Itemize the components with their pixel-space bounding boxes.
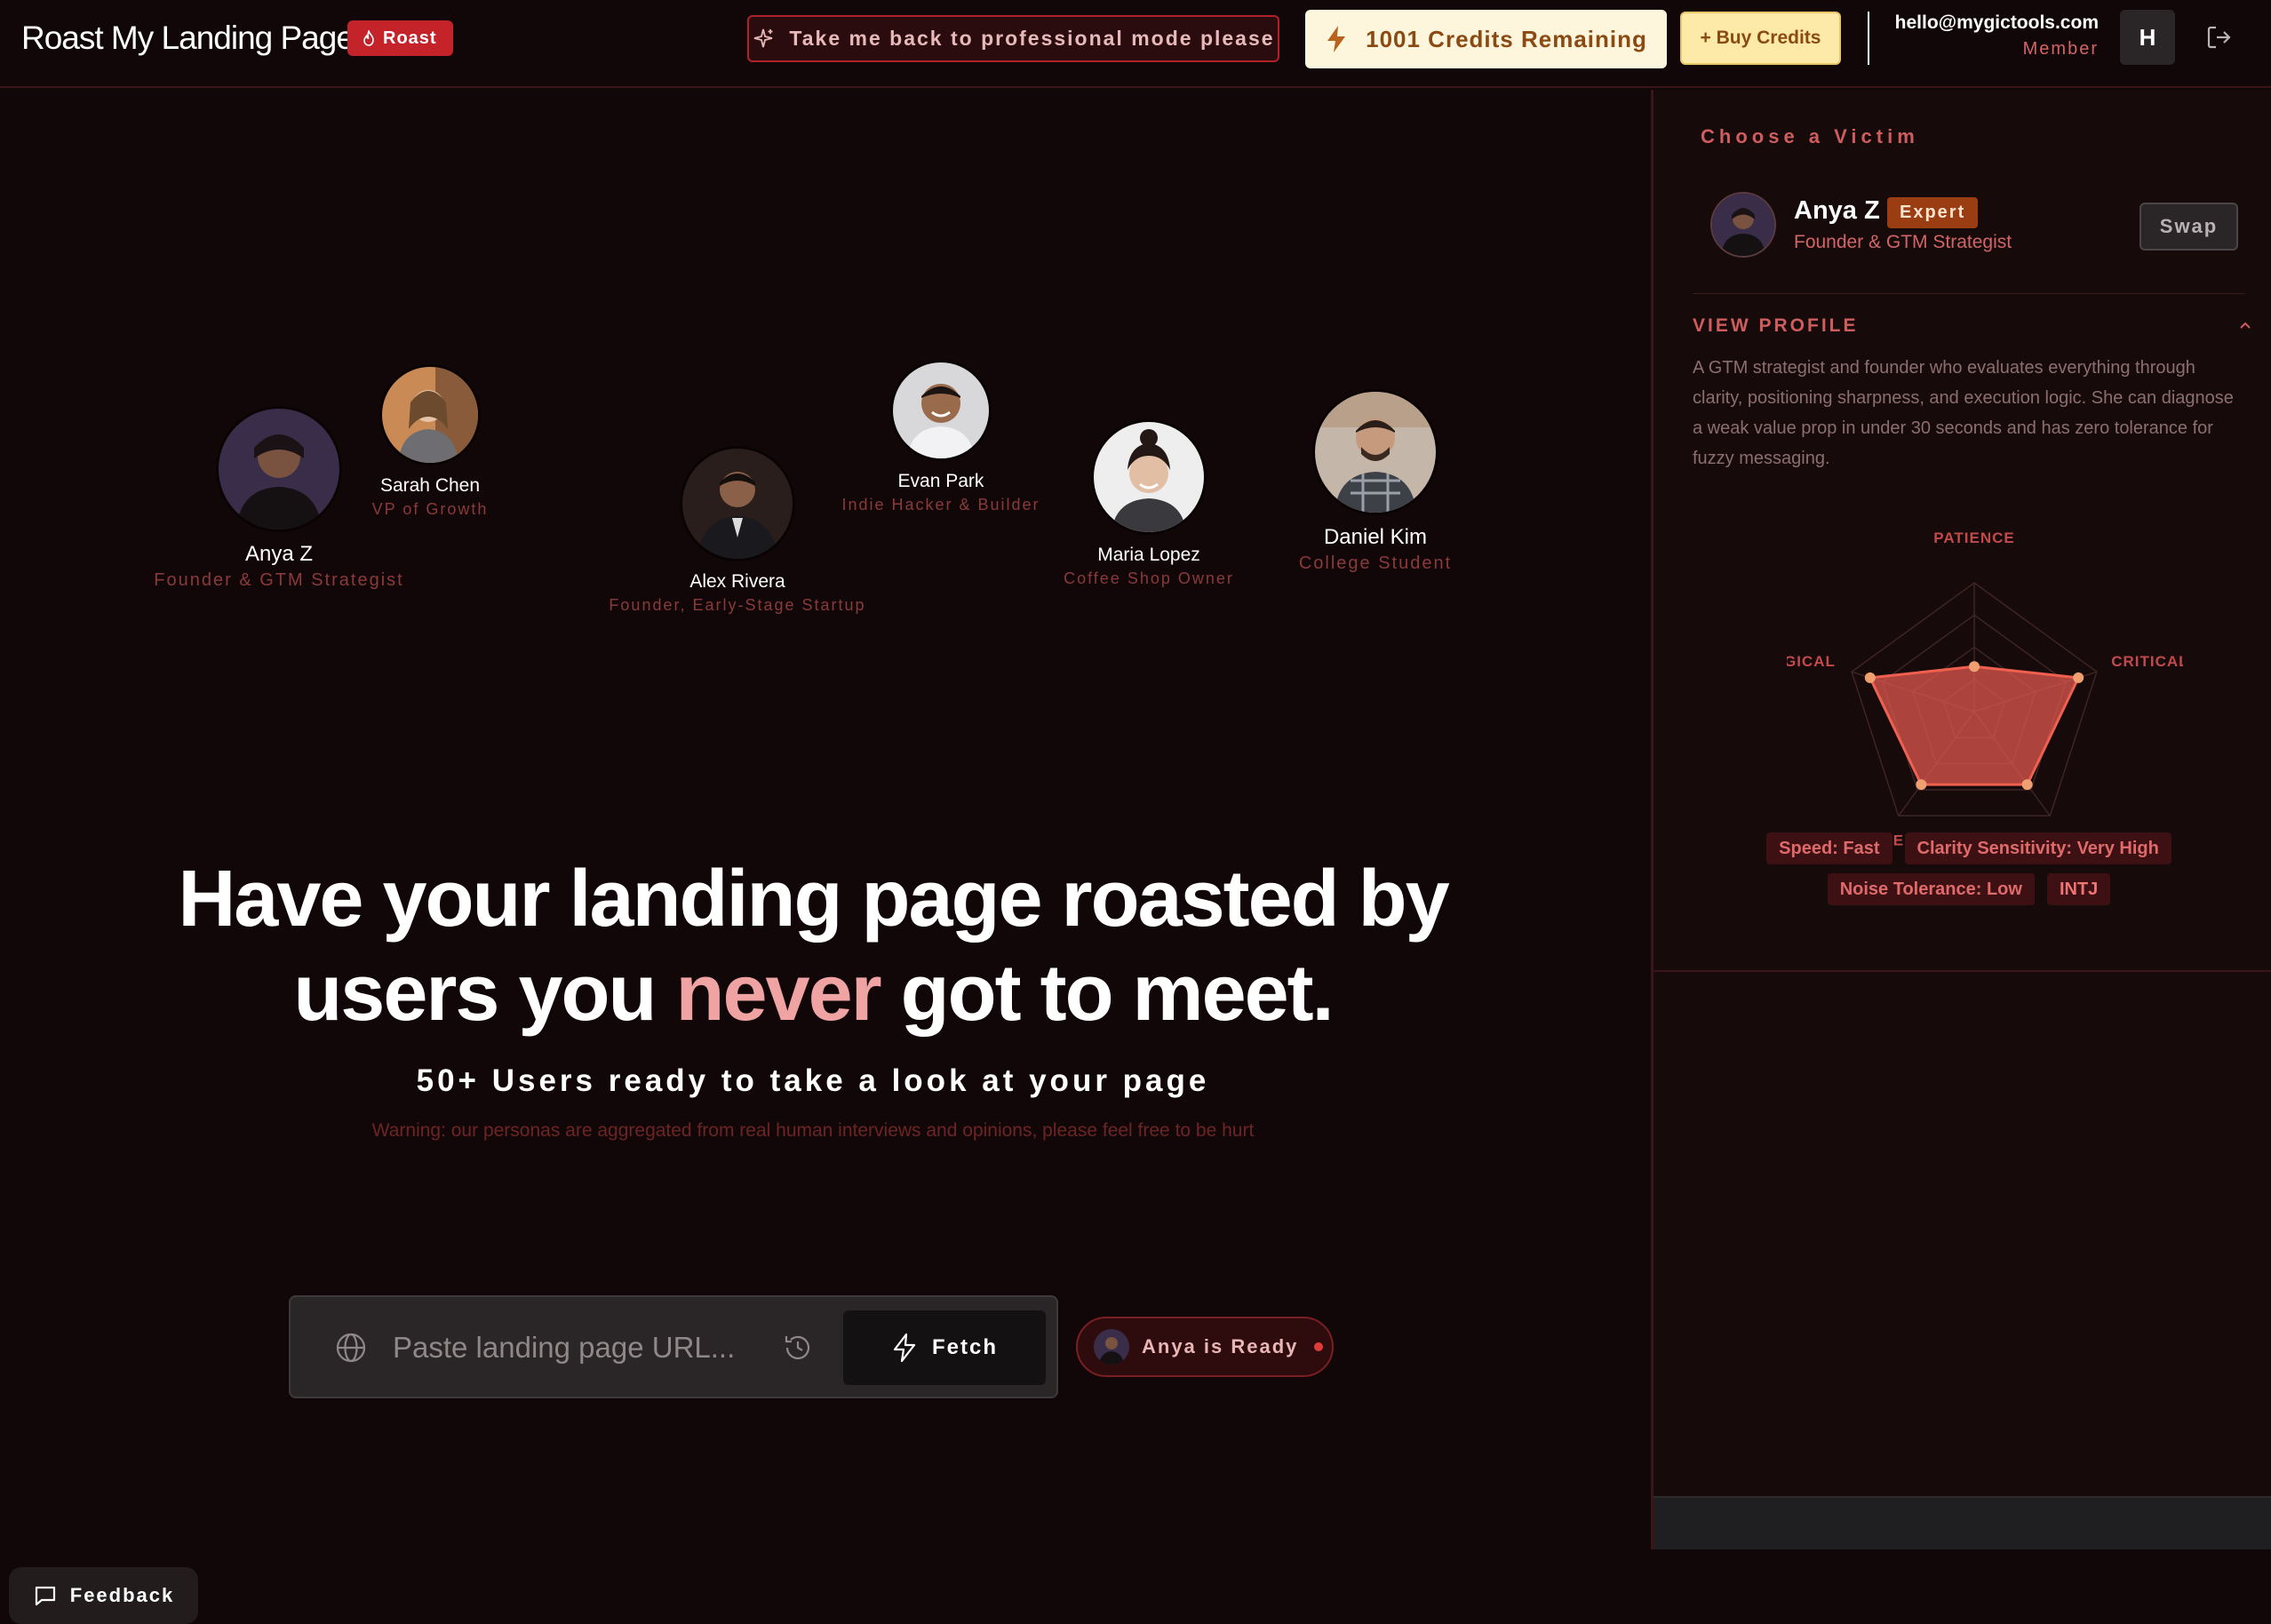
- lightning-icon: [893, 1333, 916, 1363]
- trait-tag: Noise Tolerance: Low: [1827, 873, 2035, 905]
- hero-line-2-before: users you: [293, 949, 676, 1038]
- app-title[interactable]: Roast My Landing Page: [21, 20, 355, 57]
- user-role: Member: [2022, 39, 2099, 59]
- roast-mode-label: Roast: [383, 28, 437, 48]
- feedback-button[interactable]: Feedback: [9, 1567, 198, 1624]
- radar-axis-label: CRITICAL: [2111, 653, 2183, 670]
- avatar: [382, 367, 478, 463]
- radar-data-point: [1916, 779, 1927, 791]
- fetch-label: Fetch: [931, 1335, 998, 1359]
- radar-axis-label: LOGICAL: [1787, 653, 1836, 670]
- avatar: [1712, 194, 1774, 256]
- persona-evan[interactable]: Evan Park Indie Hacker & Builder: [817, 362, 1065, 514]
- roast-mode-badge[interactable]: Roast: [347, 20, 453, 56]
- flame-icon: [363, 30, 374, 46]
- victim-bio: A GTM strategist and founder who evaluat…: [1693, 358, 2234, 468]
- persona-name: Anya Z: [244, 542, 314, 566]
- credits-remaining-button[interactable]: 1001 Credits Remaining: [1305, 10, 1667, 68]
- hero-subtitle: 50+ Users ready to take a look at your p…: [416, 1063, 1210, 1098]
- user-avatar[interactable]: H: [2120, 10, 2175, 65]
- persona-ready-status[interactable]: Anya is Ready: [1076, 1317, 1334, 1377]
- globe-icon: [336, 1333, 366, 1363]
- buy-credits-button[interactable]: + Buy Credits: [1680, 12, 1841, 65]
- top-header: Roast My Landing Page Roast Take me back…: [0, 0, 2271, 88]
- persona-role: College Student: [1298, 553, 1453, 573]
- sidebar-heading: Choose a Victim: [1701, 125, 1919, 147]
- status-dot: [1314, 1342, 1324, 1351]
- persona-name: Evan Park: [897, 471, 984, 491]
- persona-name: Alex Rivera: [689, 571, 785, 592]
- avatar: [1094, 1329, 1129, 1365]
- chat-icon: [35, 1586, 55, 1606]
- persona-maria[interactable]: Maria Lopez Coffee Shop Owner: [1051, 422, 1247, 588]
- sparkle-icon: [754, 28, 773, 47]
- victim-role: Founder & GTM Strategist: [1794, 232, 2012, 252]
- professional-mode-button[interactable]: Take me back to professional mode please: [747, 15, 1279, 62]
- avatar: [219, 409, 339, 529]
- sidebar-footer: [1653, 1496, 2271, 1549]
- radar-data-point: [1969, 661, 1980, 673]
- ready-status-label: Anya is Ready: [1142, 1335, 1299, 1357]
- persona-role: VP of Growth: [371, 500, 489, 518]
- radar-data-point: [2073, 672, 2084, 683]
- history-icon[interactable]: [783, 1333, 813, 1363]
- divider: [1693, 293, 2244, 294]
- hero-accent-word: never: [675, 949, 882, 1038]
- radar-data-point: [1864, 672, 1876, 683]
- radar-data-point: [2021, 779, 2033, 791]
- radar-data-area: [1868, 665, 2081, 786]
- expert-badge: Expert: [1887, 197, 1979, 228]
- avatar: [893, 362, 989, 458]
- hero-line-2: users you never got to meet.: [0, 946, 1626, 1040]
- trait-tag: Speed: Fast: [1766, 832, 1892, 864]
- credits-label: 1001 Credits Remaining: [1366, 25, 1647, 52]
- main-stage: Anya Z Founder & GTM Strategist Sarah Ch…: [0, 90, 1651, 1624]
- avatar: [682, 449, 793, 559]
- persona-role: Founder & GTM Strategist: [154, 570, 404, 590]
- fetch-button[interactable]: Fetch: [843, 1310, 1046, 1385]
- persona-name: Maria Lopez: [1097, 545, 1200, 565]
- trait-tag: INTJ: [2046, 873, 2111, 905]
- url-input[interactable]: [391, 1324, 746, 1372]
- trait-tags: Speed: Fast Clarity Sensitivity: Very Hi…: [1680, 832, 2258, 905]
- personality-radar-chart: PATIENCECRITICALRISKCREATIVELOGICAL: [1787, 529, 2183, 848]
- trait-tag: Clarity Sensitivity: Very High: [1904, 832, 2171, 864]
- persona-role: Coffee Shop Owner: [1064, 569, 1234, 587]
- victim-name: Anya Z: [1794, 196, 1880, 225]
- persona-sarah[interactable]: Sarah Chen VP of Growth: [341, 367, 519, 519]
- swap-button[interactable]: Swap: [2140, 203, 2238, 251]
- feedback-label: Feedback: [69, 1584, 175, 1606]
- lightning-icon: [1327, 26, 1346, 52]
- persona-name: Sarah Chen: [379, 475, 481, 496]
- persona-name: Daniel Kim: [1323, 525, 1428, 549]
- persona-role: Indie Hacker & Builder: [841, 496, 1040, 513]
- persona-daniel[interactable]: Daniel Kim College Student: [1278, 392, 1473, 574]
- avatar: [1315, 392, 1436, 513]
- radar-axis-label: PATIENCE: [1933, 529, 2014, 546]
- divider: [1653, 970, 2271, 972]
- persona-role: Founder, Early-Stage Startup: [609, 596, 866, 614]
- hero-line-2-after: got to meet.: [880, 949, 1335, 1038]
- hero-warning: Warning: our personas are aggregated fro…: [371, 1120, 1255, 1141]
- user-email: hello@mygictools.com: [1894, 12, 2099, 33]
- professional-mode-label: Take me back to professional mode please: [789, 27, 1275, 50]
- logout-icon[interactable]: [2204, 23, 2233, 52]
- url-bar: Fetch: [289, 1295, 1058, 1398]
- chevron-up-icon[interactable]: [2238, 319, 2252, 333]
- view-profile-toggle[interactable]: VIEW PROFILE: [1693, 315, 1859, 337]
- hero-line-1: Have your landing page roasted by: [178, 855, 1449, 943]
- victim-sidebar: Choose a Victim Anya Z Expert Founder & …: [1651, 90, 2271, 1549]
- hero-headline: Have your landing page roasted by users …: [0, 852, 1626, 1040]
- avatar: [1094, 422, 1204, 532]
